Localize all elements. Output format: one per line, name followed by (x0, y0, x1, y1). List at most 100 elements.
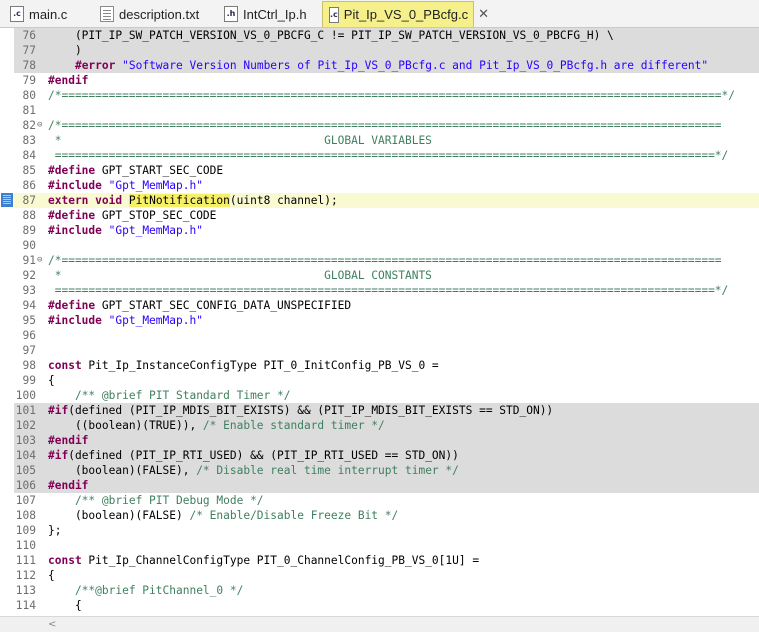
code-line[interactable]: 88 #define GPT_STOP_SEC_CODE (0, 208, 759, 223)
line-number: 77 (22, 44, 36, 57)
tab-intctrl-ip-h[interactable]: .h IntCtrl_Ip.h (218, 1, 318, 27)
code-line[interactable]: 87 extern void PitNotification(uint8 chan… (0, 193, 759, 208)
horizontal-scrollbar[interactable]: < (0, 616, 759, 632)
line-number: 107 (15, 494, 36, 507)
code-text: #define GPT_START_SEC_CONFIG_DATA_UNSPEC… (48, 298, 351, 313)
line-number: 114 (15, 599, 36, 612)
code-line[interactable]: 104 #if(defined (PIT_IP_RTI_USED) && (PIT… (0, 448, 759, 463)
code-line[interactable]: 93 =====================================… (0, 283, 759, 298)
line-number: 96 (22, 329, 36, 342)
code-text: /*======================================… (48, 88, 735, 103)
code-line[interactable]: 101 #if(defined (PIT_IP_MDIS_BIT_EXISTS) … (0, 403, 759, 418)
code-token: #if (48, 404, 69, 417)
code-line[interactable]: 99 { (0, 373, 759, 388)
code-token: /*======================================… (48, 254, 722, 267)
code-token: Pit_Ip_ChannelConfigType PIT_0_ChannelCo… (81, 554, 480, 567)
code-line[interactable]: 110 (0, 538, 759, 553)
code-line[interactable]: 102 ((boolean)(TRUE)), /* Enable standar… (0, 418, 759, 433)
code-line[interactable]: 77 ) (0, 43, 759, 58)
highlighted-occurrence: PitNotification (128, 194, 230, 207)
code-line[interactable]: 111 const Pit_Ip_ChannelConfigType PIT_0_… (0, 553, 759, 568)
line-number: 104 (15, 449, 36, 462)
code-text: #endif (48, 73, 88, 88)
tab-main-c[interactable]: .c main.c (4, 1, 90, 27)
tab-label: description.txt (119, 6, 200, 22)
code-token: ========================================… (48, 284, 729, 297)
code-line[interactable]: 96 (0, 328, 759, 343)
code-line[interactable]: 97 (0, 343, 759, 358)
code-line[interactable]: 103 #endif (0, 433, 759, 448)
code-text: const Pit_Ip_ChannelConfigType PIT_0_Cha… (48, 553, 479, 568)
code-line[interactable]: 82 ⊖/*===================================… (0, 118, 759, 133)
code-line[interactable]: 94 #define GPT_START_SEC_CONFIG_DATA_UNSP… (0, 298, 759, 313)
code-token: { (48, 374, 55, 387)
code-line[interactable]: 90 (0, 238, 759, 253)
line-number: 78 (22, 59, 36, 72)
tab-label: main.c (29, 6, 68, 22)
fold-collapse-icon[interactable]: ⊖ (37, 118, 45, 133)
code-token: { (48, 569, 55, 582)
fold-collapse-icon[interactable]: ⊖ (37, 253, 45, 268)
code-token: #include (48, 224, 102, 237)
code-line[interactable]: 85 #define GPT_START_SEC_CODE (0, 163, 759, 178)
code-token: (uint8 channel); (229, 194, 338, 207)
code-token: (defined (PIT_IP_RTI_USED) && (PIT_IP_RT… (68, 449, 459, 462)
code-line[interactable]: 113 /**@brief PitChannel_0 */ (0, 583, 759, 598)
code-line[interactable]: 86 #include "Gpt_MemMap.h" (0, 178, 759, 193)
code-token: GPT_START_SEC_CONFIG_DATA_UNSPECIFIED (95, 299, 352, 312)
code-line[interactable]: 98 const Pit_Ip_InstanceConfigType PIT_0_… (0, 358, 759, 373)
line-number: 100 (15, 389, 36, 402)
code-token: (boolean)(FALSE) (48, 509, 190, 522)
code-text: * GLOBAL CONSTANTS (48, 268, 432, 283)
code-token: #define (48, 164, 96, 177)
line-number: 106 (15, 479, 36, 492)
close-tab-icon[interactable]: ✕ (478, 7, 489, 22)
line-number: 90 (22, 239, 36, 252)
code-line[interactable]: 92 * GLOBAL CONSTANTS (0, 268, 759, 283)
code-text: { (48, 373, 55, 388)
code-line[interactable]: 80 /*====================================… (0, 88, 759, 103)
tab-pit-ip-vs-0-pbcfg-c[interactable]: .c Pit_Ip_VS_0_PBcfg.c ✕ (322, 1, 489, 27)
code-line[interactable]: 100 /** @brief PIT Standard Timer */ (0, 388, 759, 403)
occurrence-marker-icon[interactable] (1, 193, 13, 207)
code-line[interactable]: 109}; (0, 523, 759, 538)
code-line[interactable]: 105 (boolean)(FALSE), /* Disable real ti… (0, 463, 759, 478)
code-line[interactable]: 78 #error "Software Version Numbers of P… (0, 58, 759, 73)
code-line[interactable]: 108 (boolean)(FALSE) /* Enable/Disable F… (0, 508, 759, 523)
code-token: #if (48, 449, 69, 462)
code-line[interactable]: 81 (0, 103, 759, 118)
code-text: #include "Gpt_MemMap.h" (48, 178, 203, 193)
code-editor[interactable]: 76 (PIT_IP_SW_PATCH_VERSION_VS_0_PBCFG_C… (0, 28, 759, 616)
line-number: 93 (22, 284, 36, 297)
code-text: #endif (48, 433, 88, 448)
code-token: * GLOBAL VARIABLES (48, 134, 432, 147)
code-token: (PIT_IP_SW_PATCH_VERSION_VS_0_PBCFG_C !=… (48, 29, 614, 42)
code-line[interactable]: 112 { (0, 568, 759, 583)
code-line[interactable]: 106 #endif (0, 478, 759, 493)
code-text: #include "Gpt_MemMap.h" (48, 223, 203, 238)
code-text: /*======================================… (48, 118, 722, 133)
code-text: ) (48, 43, 82, 58)
line-number: 110 (15, 539, 36, 552)
code-text: /** @brief PIT Debug Mode */ (48, 493, 264, 508)
code-line[interactable]: 83 * GLOBAL VARIABLES (0, 133, 759, 148)
code-line[interactable]: 89 #include "Gpt_MemMap.h" (0, 223, 759, 238)
line-number: 85 (22, 164, 36, 177)
code-token: extern (48, 194, 89, 207)
scroll-left-icon[interactable]: < (48, 619, 56, 630)
code-line[interactable]: 84 =====================================… (0, 148, 759, 163)
code-token: /* Enable/Disable Freeze Bit */ (189, 509, 399, 522)
tab-description-txt[interactable]: description.txt (94, 1, 214, 27)
text-file-icon (100, 6, 114, 22)
code-token: #endif (48, 479, 89, 492)
code-line[interactable]: 76 (PIT_IP_SW_PATCH_VERSION_VS_0_PBCFG_C… (0, 28, 759, 43)
code-text: ========================================… (48, 148, 729, 163)
code-text: #if(defined (PIT_IP_MDIS_BIT_EXISTS) && … (48, 403, 553, 418)
code-line[interactable]: 107 /** @brief PIT Debug Mode */ (0, 493, 759, 508)
code-line[interactable]: 95 #include "Gpt_MemMap.h" (0, 313, 759, 328)
code-line[interactable]: 91 ⊖/*===================================… (0, 253, 759, 268)
code-line[interactable]: 79 #endif (0, 73, 759, 88)
h-file-icon: .h (224, 6, 238, 22)
code-line[interactable]: 114 { (0, 598, 759, 613)
